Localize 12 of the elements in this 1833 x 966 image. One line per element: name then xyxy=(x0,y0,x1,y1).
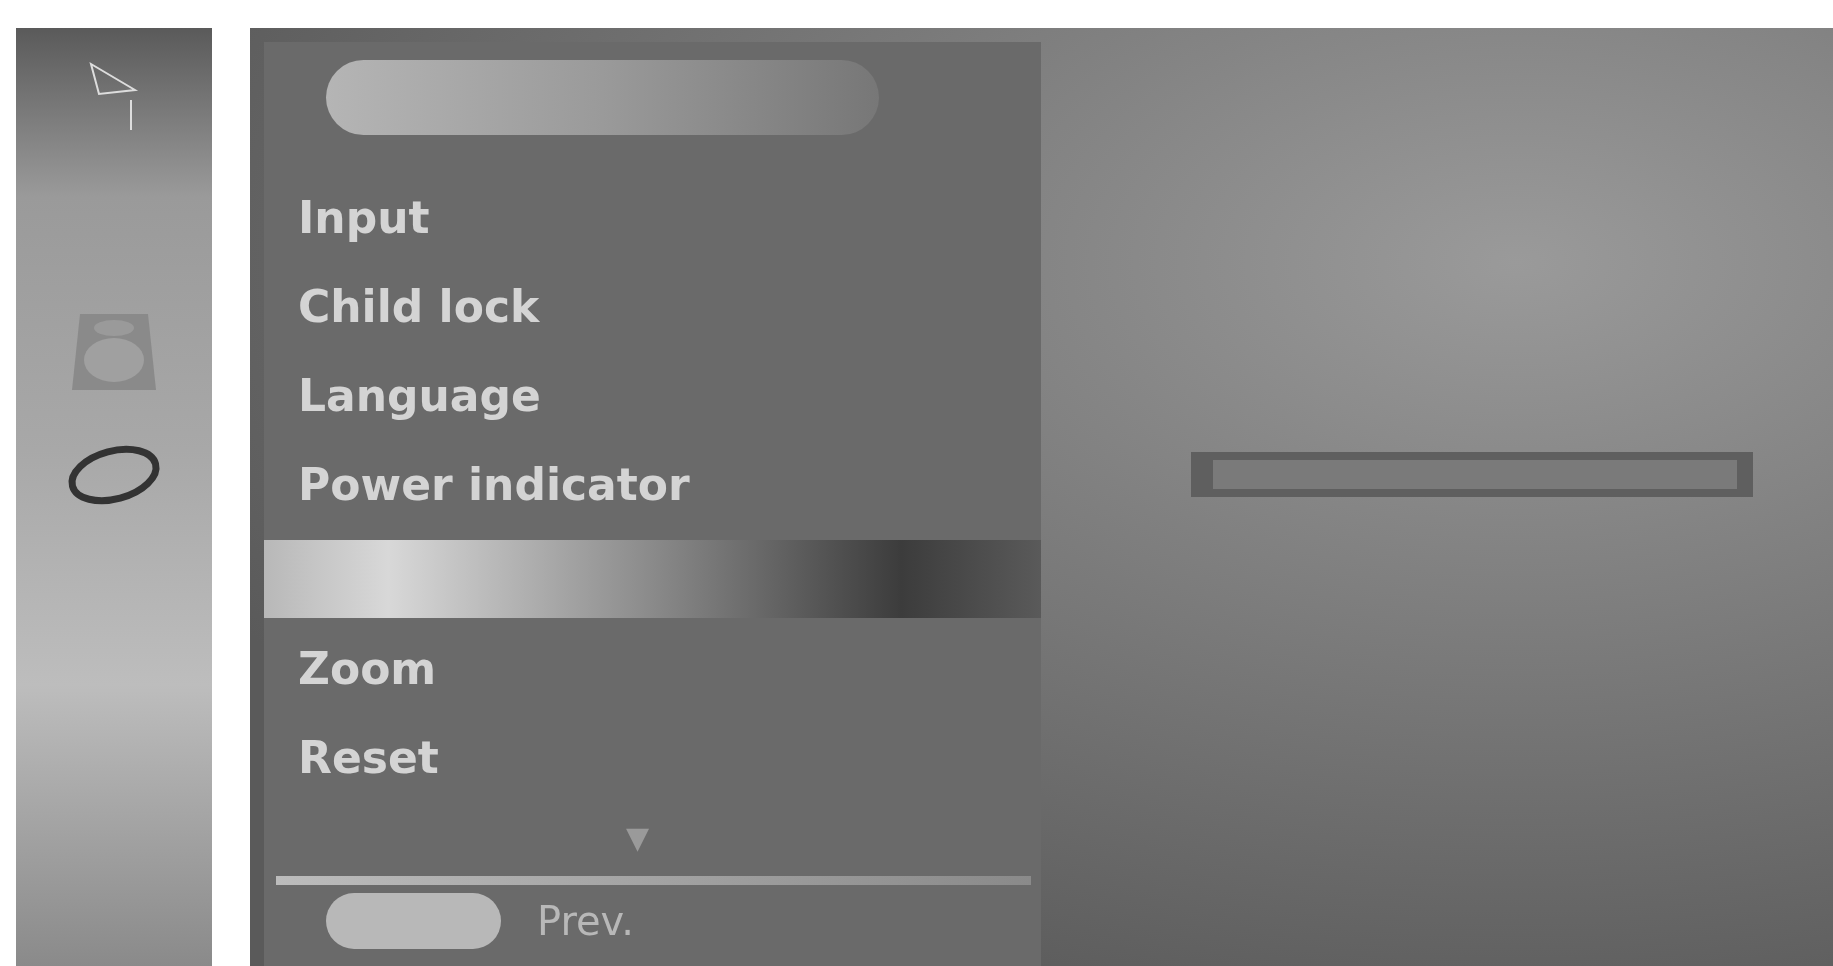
scroll-down-icon[interactable]: ▼ xyxy=(625,818,650,858)
prev-label: Prev. xyxy=(537,898,634,944)
menu-item[interactable]: Input xyxy=(298,173,430,262)
menu-item[interactable]: Reset xyxy=(298,713,439,802)
prev-button[interactable] xyxy=(326,893,501,949)
menu-item[interactable]: Zoom xyxy=(298,624,437,713)
menu-item[interactable]: Power indicator xyxy=(298,440,690,529)
menu-item[interactable]: Language xyxy=(298,351,541,440)
highlight-bar[interactable] xyxy=(264,540,1041,618)
speaker-icon xyxy=(70,312,158,392)
triangle-pointer-icon xyxy=(87,60,141,132)
menu-item[interactable]: Child lock xyxy=(298,262,540,351)
